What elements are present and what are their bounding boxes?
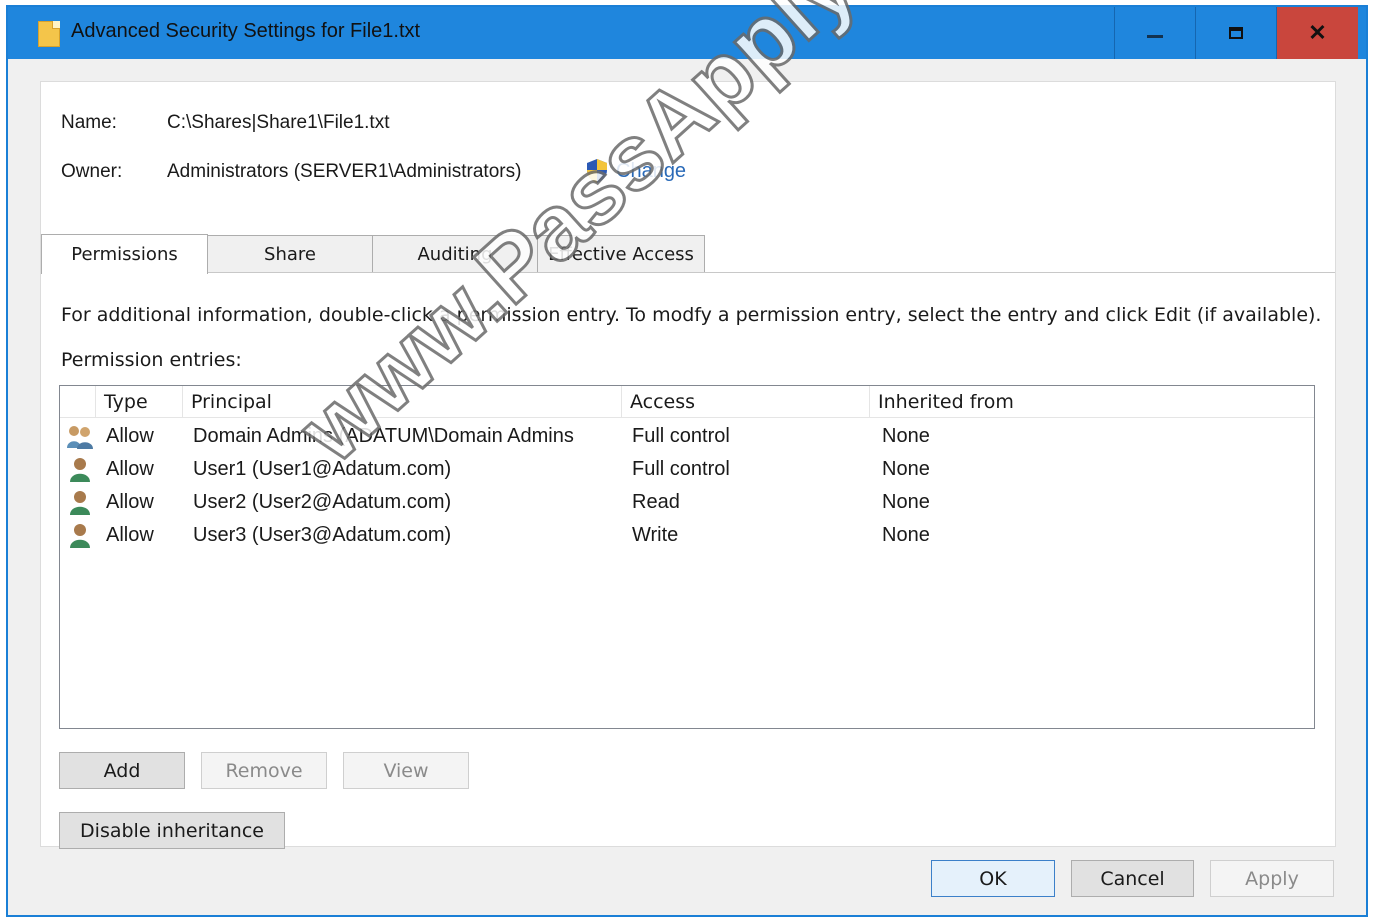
- security-settings-window: Advanced Security Settings for File1.txt…: [6, 5, 1368, 917]
- column-inherited-from[interactable]: Inherited from: [870, 386, 1314, 418]
- row-type: Allow: [106, 524, 154, 546]
- uac-shield-icon: [587, 159, 607, 183]
- remove-button[interactable]: Remove: [201, 752, 327, 789]
- name-value: C:\Shares|Share1\File1.txt: [167, 112, 390, 133]
- disable-inheritance-button[interactable]: Disable inheritance: [59, 812, 285, 849]
- cancel-button[interactable]: Cancel: [1071, 860, 1194, 897]
- row-access: Full control: [632, 425, 730, 447]
- permission-entries-list[interactable]: Type Principal Access Inherited from All…: [59, 385, 1315, 729]
- group-icon: [67, 426, 93, 449]
- minimize-icon: [1146, 34, 1163, 38]
- title-bar[interactable]: Advanced Security Settings for File1.txt…: [8, 7, 1366, 59]
- table-row[interactable]: Allow Domain Admins (ADATUM\Domain Admin…: [60, 420, 1314, 453]
- change-link-text[interactable]: Change: [616, 160, 686, 183]
- column-icon[interactable]: [60, 386, 96, 418]
- user-icon: [70, 491, 90, 515]
- row-access: Write: [632, 524, 679, 546]
- minimize-button[interactable]: [1114, 7, 1194, 59]
- table-row[interactable]: Allow User3 (User3@Adatum.com) Write Non…: [60, 519, 1314, 552]
- row-type: Allow: [106, 425, 154, 447]
- window-client: Name: C:\Shares|Share1\File1.txt Owner: …: [8, 59, 1366, 915]
- settings-panel: Name: C:\Shares|Share1\File1.txt Owner: …: [40, 81, 1336, 849]
- user-icon: [70, 458, 90, 482]
- row-principal: Domain Admins (ADATUM\Domain Admins: [193, 425, 574, 447]
- info-text: For additional information, double-click…: [61, 304, 1322, 326]
- row-inherited: None: [882, 524, 930, 546]
- row-access: Full control: [632, 458, 730, 480]
- row-access: Read: [632, 491, 680, 513]
- row-principal: User3 (User3@Adatum.com): [193, 524, 452, 546]
- maximize-icon: [1228, 27, 1243, 39]
- close-icon: ✕: [1308, 20, 1327, 45]
- tab-divider: [41, 272, 1335, 273]
- column-type[interactable]: Type: [96, 386, 183, 418]
- name-label: Name:: [61, 112, 117, 133]
- row-inherited: None: [882, 425, 930, 447]
- permission-entries-label: Permission entries:: [61, 349, 242, 371]
- row-type: Allow: [106, 491, 154, 513]
- row-principal: User2 (User2@Adatum.com): [193, 491, 452, 513]
- owner-value: Administrators (SERVER1\Administrators): [167, 161, 522, 182]
- table-row[interactable]: Allow User2 (User2@Adatum.com) Read None: [60, 486, 1314, 519]
- add-button[interactable]: Add: [59, 752, 185, 789]
- tab-auditing[interactable]: Auditing: [372, 235, 538, 273]
- row-inherited: None: [882, 458, 930, 480]
- apply-button[interactable]: Apply: [1210, 860, 1334, 897]
- column-principal[interactable]: Principal: [183, 386, 622, 418]
- maximize-button[interactable]: [1195, 7, 1275, 59]
- owner-label: Owner:: [61, 161, 123, 182]
- change-owner-link[interactable]: Change: [586, 158, 686, 184]
- list-header: Type Principal Access Inherited from: [60, 386, 1314, 418]
- row-principal: User1 (User1@Adatum.com): [193, 458, 452, 480]
- table-row[interactable]: Allow User1 (User1@Adatum.com) Full cont…: [60, 453, 1314, 486]
- view-button[interactable]: View: [343, 752, 469, 789]
- tab-permissions[interactable]: Permissions: [41, 234, 208, 274]
- user-icon: [70, 524, 90, 548]
- file-icon: [38, 21, 60, 47]
- close-button[interactable]: ✕: [1276, 7, 1358, 59]
- tab-share[interactable]: Share: [207, 235, 373, 273]
- column-access[interactable]: Access: [622, 386, 870, 418]
- ok-button[interactable]: OK: [931, 860, 1055, 897]
- window-title: Advanced Security Settings for File1.txt: [71, 20, 421, 42]
- tab-effective-access[interactable]: Effective Access: [537, 235, 705, 273]
- row-type: Allow: [106, 458, 154, 480]
- row-inherited: None: [882, 491, 930, 513]
